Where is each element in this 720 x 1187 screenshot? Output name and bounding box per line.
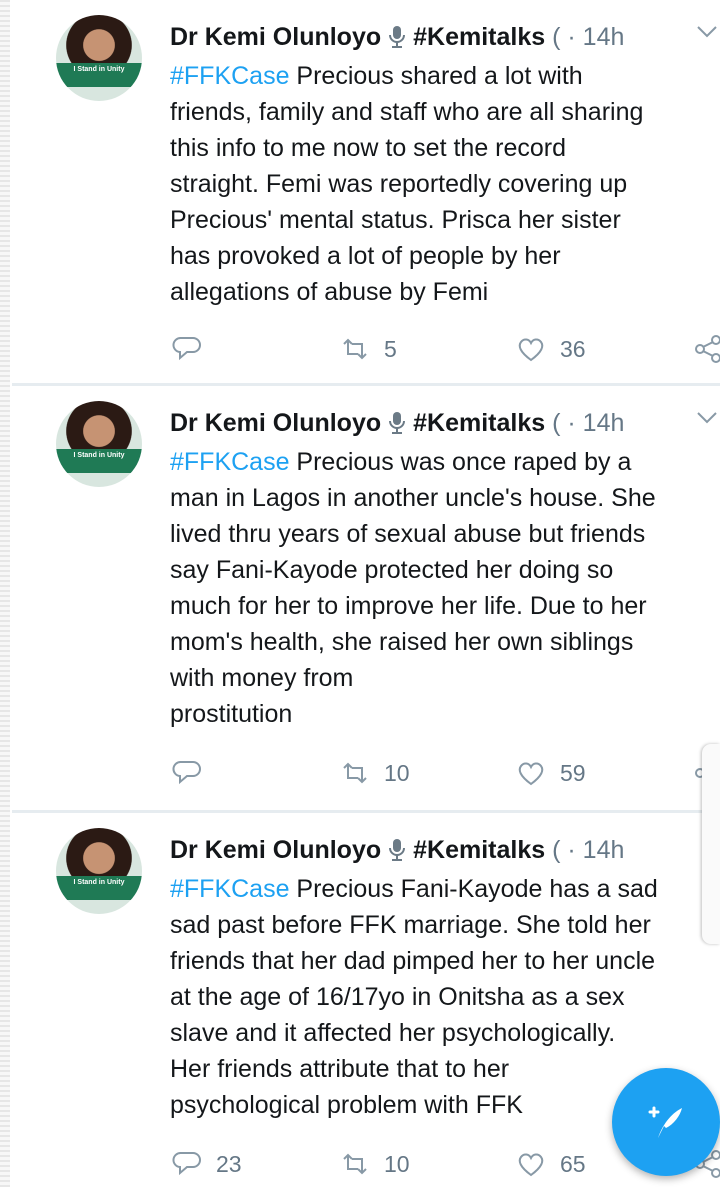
tweet-text-content: Precious shared a lot with friends, fami… — [170, 62, 644, 306]
avatar-banner: I Stand in Unity — [56, 876, 142, 900]
tweet-actions: 10 59 — [12, 758, 720, 794]
author-handle[interactable]: #Kemitalks — [413, 409, 545, 437]
author-handle[interactable]: #Kemitalks — [413, 836, 545, 864]
tweet-text-content: Precious was once raped by a man in Lago… — [170, 448, 656, 728]
avatar-banner: I Stand in Unity — [56, 63, 142, 87]
left-edge-strip — [0, 0, 10, 1187]
reply-count: 23 — [216, 1150, 242, 1177]
tweet-header: Dr Kemi Olunloyo #Kemitalks ( · 14h — [170, 833, 720, 867]
share-icon — [695, 335, 720, 363]
retweet-icon — [343, 762, 367, 784]
like-button[interactable]: 65 — [516, 1149, 586, 1179]
handle-truncated: ( — [552, 409, 561, 437]
microphone-icon — [389, 839, 406, 861]
timestamp[interactable]: · 14h — [567, 23, 624, 51]
scroll-handle[interactable] — [702, 744, 720, 944]
timestamp[interactable]: · 14h — [567, 409, 624, 437]
tweet-header: Dr Kemi Olunloyo #Kemitalks ( · 14h — [170, 406, 720, 440]
handle-truncated: ( — [552, 836, 561, 864]
reply-button[interactable]: 23 — [172, 1149, 242, 1179]
author-handle[interactable]: #Kemitalks — [413, 23, 545, 51]
hashtag-link[interactable]: #FFKCase — [170, 62, 289, 90]
like-button[interactable]: 36 — [516, 334, 586, 364]
tweet-text: #FFKCase Precious was once raped by a ma… — [170, 444, 720, 732]
timestamp[interactable]: · 14h — [567, 836, 624, 864]
tweet[interactable]: I Stand in Unity Dr Kemi Olunloyo #Kemita… — [12, 386, 720, 810]
reply-icon — [172, 1152, 201, 1176]
retweet-count: 10 — [384, 1150, 410, 1177]
compose-tweet-button[interactable] — [612, 1068, 720, 1176]
reply-icon — [172, 761, 201, 785]
hashtag-link[interactable]: #FFKCase — [170, 875, 289, 903]
handle-truncated: ( — [552, 23, 561, 51]
hashtag-link[interactable]: #FFKCase — [170, 448, 289, 476]
avatar[interactable]: I Stand in Unity — [56, 15, 142, 101]
retweet-button[interactable]: 10 — [340, 1149, 410, 1179]
retweet-icon — [343, 1153, 367, 1175]
heart-icon — [518, 762, 544, 786]
microphone-icon — [389, 26, 406, 48]
like-count: 65 — [560, 1150, 586, 1177]
avatar-banner: I Stand in Unity — [56, 449, 142, 473]
author-name[interactable]: Dr Kemi Olunloyo — [170, 409, 381, 437]
avatar[interactable]: I Stand in Unity — [56, 401, 142, 487]
share-button[interactable] — [694, 334, 720, 364]
chevron-down-icon[interactable] — [696, 24, 718, 40]
retweet-button[interactable]: 10 — [340, 758, 410, 788]
microphone-icon — [389, 412, 406, 434]
reply-button[interactable] — [172, 758, 216, 788]
tweet-actions: 5 36 — [12, 334, 720, 370]
compose-tweet-icon — [648, 1106, 682, 1138]
avatar[interactable]: I Stand in Unity — [56, 828, 142, 914]
like-button[interactable]: 59 — [516, 758, 586, 788]
tweet[interactable]: I Stand in Unity Dr Kemi Olunloyo #Kemita… — [12, 0, 720, 383]
tweet-text-content: Precious Fani-Kayode has a sad sad past … — [170, 875, 658, 1119]
heart-icon — [518, 1153, 544, 1177]
chevron-down-icon[interactable] — [696, 410, 718, 426]
retweet-count: 5 — [384, 335, 397, 362]
heart-icon — [518, 338, 544, 362]
retweet-icon — [343, 338, 367, 360]
retweet-count: 10 — [384, 759, 410, 786]
tweet-actions: 23 10 65 — [12, 1149, 720, 1185]
author-name[interactable]: Dr Kemi Olunloyo — [170, 23, 381, 51]
tweet-text: #FFKCase Precious shared a lot with frie… — [170, 58, 720, 310]
tweet-header: Dr Kemi Olunloyo #Kemitalks ( · 14h — [170, 20, 720, 54]
retweet-button[interactable]: 5 — [340, 334, 397, 364]
reply-icon — [172, 337, 201, 361]
author-name[interactable]: Dr Kemi Olunloyo — [170, 836, 381, 864]
reply-button[interactable] — [172, 334, 216, 364]
like-count: 36 — [560, 335, 586, 362]
like-count: 59 — [560, 759, 586, 786]
